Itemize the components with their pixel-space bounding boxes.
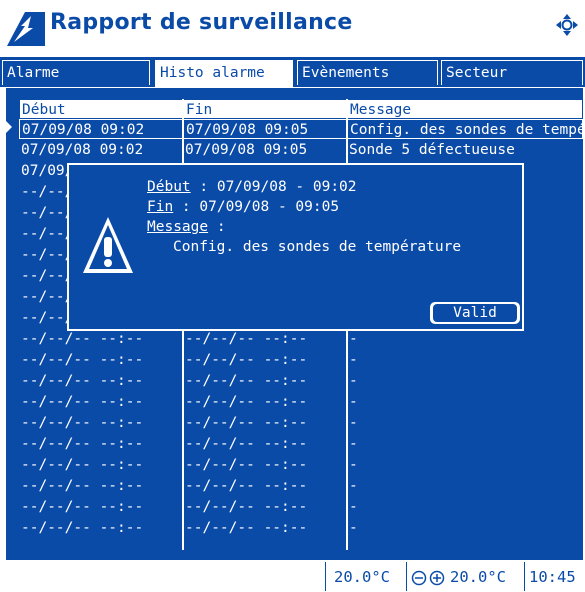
table-cell-start: --/--/-- --:-- (21, 457, 144, 473)
dialog-end-value: : 07/09/08 - 09:05 (173, 199, 340, 215)
table-row[interactable]: --/--/-- --:-- --/--/-- --:-- - (6, 350, 583, 370)
warning-triangle-icon (83, 217, 133, 273)
page-title: Rapport de surveillance (50, 10, 353, 35)
lightning-flag-logo (7, 12, 45, 46)
status-bar: 20.0°C 20.0°C 10:45 (0, 561, 585, 592)
column-header: Message (347, 99, 583, 119)
status-separator (325, 562, 326, 591)
table-cell-message: - (349, 499, 358, 515)
status-separator (406, 562, 407, 591)
tab-label: Evènements (302, 65, 390, 81)
table-row[interactable]: --/--/-- --:-- --/--/-- --:-- - (6, 392, 583, 412)
dialog-start-label: Début (147, 179, 191, 195)
clock-time: 10:45 (529, 568, 576, 586)
four-direction-arrows-icon[interactable] (556, 14, 578, 36)
table-cell-message: - (349, 415, 358, 431)
table-cell-message: - (349, 457, 358, 473)
table-cell-end: --/--/-- --:-- (185, 331, 308, 347)
table-cell-message: - (349, 520, 358, 536)
temperature-reading-2: 20.0°C (450, 568, 506, 586)
table-row[interactable]: --/--/-- --:-- --/--/-- --:-- - (6, 413, 583, 433)
table-cell-end: --/--/-- --:-- (185, 520, 308, 536)
table-row[interactable]: 07/09/08 09:02 07/09/08 09:05 Sonde 5 défe… (6, 140, 583, 160)
table-row[interactable]: --/--/-- --:-- --/--/-- --:-- - (6, 434, 583, 454)
valid-button[interactable]: Valid (430, 302, 520, 324)
table-cell-start: --/--/-- --:-- (21, 394, 144, 410)
row-cursor-icon (6, 121, 12, 133)
table-cell-message: Config. des sondes de température (347, 119, 583, 139)
table-cell-end: --/--/-- --:-- (185, 373, 308, 389)
table-cell-start: --/--/-- --:-- (21, 520, 144, 536)
title-bar: Rapport de surveillance (0, 0, 585, 48)
dialog-start-line: Début : 07/09/08 - 09:02 (147, 177, 357, 197)
dialog-end-line: Fin : 07/09/08 - 09:05 (147, 197, 339, 217)
table-cell-start: --/--/-- --:-- (21, 478, 144, 494)
table-row[interactable]: 07/09/08 09:02 07/09/08 09:05 Config. des … (6, 119, 583, 139)
table-cell-start: 07/09/08 09:02 (21, 142, 144, 158)
table-cell-message: - (349, 394, 358, 410)
tab-histo-alarme[interactable]: Histo alarme (155, 60, 293, 88)
dialog-message-text: Config. des sondes de température (173, 239, 462, 255)
table-row[interactable]: --/--/-- --:-- --/--/-- --:-- - (6, 497, 583, 517)
tab-alarme[interactable]: Alarme (2, 60, 150, 85)
table-cell-end: --/--/-- --:-- (185, 415, 308, 431)
valid-button-label: Valid (433, 304, 517, 322)
table-cell-start: --/--/-- --:-- (21, 499, 144, 515)
tab-label: Histo alarme (160, 65, 265, 81)
table-cell-start: 07/09/08 09:02 (19, 119, 183, 139)
table-cell-message: - (349, 331, 358, 347)
table-row[interactable]: --/--/-- --:-- --/--/-- --:-- - (6, 329, 583, 349)
tab-bar: Alarme Histo alarme Evènements Secteur (0, 57, 585, 88)
table-cell-start: --/--/-- --:-- (21, 373, 144, 389)
tab-label: Alarme (7, 65, 60, 81)
dialog-message-suffix: : (208, 219, 226, 235)
tab-evenements[interactable]: Evènements (297, 60, 438, 85)
table-row[interactable]: --/--/-- --:-- --/--/-- --:-- - (6, 518, 583, 538)
table-cell-end: 07/09/08 09:05 (185, 142, 308, 158)
table-cell-end: 07/09/08 09:05 (183, 119, 347, 139)
table-cell-start: --/--/-- --:-- (21, 415, 144, 431)
dialog-message-line: Message : (147, 217, 226, 237)
table-row[interactable]: --/--/-- --:-- --/--/-- --:-- - (6, 476, 583, 496)
column-header: Fin (183, 99, 347, 119)
table-cell-end: --/--/-- --:-- (185, 478, 308, 494)
dialog-end-label: Fin (147, 199, 174, 215)
table-cell-message: - (349, 436, 358, 452)
table-cell-message: - (349, 352, 358, 368)
tab-secteur[interactable]: Secteur (441, 60, 583, 85)
dialog-start-value: : 07/09/08 - 09:02 (190, 179, 357, 195)
temperature-reading-1: 20.0°C (334, 568, 390, 586)
sensor-circles-icon (411, 570, 445, 586)
alarm-detail-dialog: Début : 07/09/08 - 09:02 Fin : 07/09/08 … (67, 163, 524, 331)
table-cell-end: --/--/-- --:-- (185, 394, 308, 410)
table-cell-start: --/--/-- --:-- (21, 436, 144, 452)
table-cell-start: --/--/-- --:-- (21, 331, 144, 347)
dialog-message-label: Message (147, 219, 209, 235)
table-row[interactable]: --/--/-- --:-- --/--/-- --:-- - (6, 455, 583, 475)
table-cell-end: --/--/-- --:-- (185, 436, 308, 452)
column-header: Début (19, 99, 183, 119)
table-cell-message: Sonde 5 défectueuse (349, 142, 515, 158)
tab-label: Secteur (446, 65, 508, 81)
table-cell-start: --/--/-- --:-- (21, 352, 144, 368)
status-separator (524, 562, 525, 591)
table-cell-end: --/--/-- --:-- (185, 457, 308, 473)
table-row[interactable]: --/--/-- --:-- --/--/-- --:-- - (6, 371, 583, 391)
table-cell-message: - (349, 478, 358, 494)
table-cell-end: --/--/-- --:-- (185, 352, 308, 368)
table-cell-message: - (349, 373, 358, 389)
table-cell-end: --/--/-- --:-- (185, 499, 308, 515)
